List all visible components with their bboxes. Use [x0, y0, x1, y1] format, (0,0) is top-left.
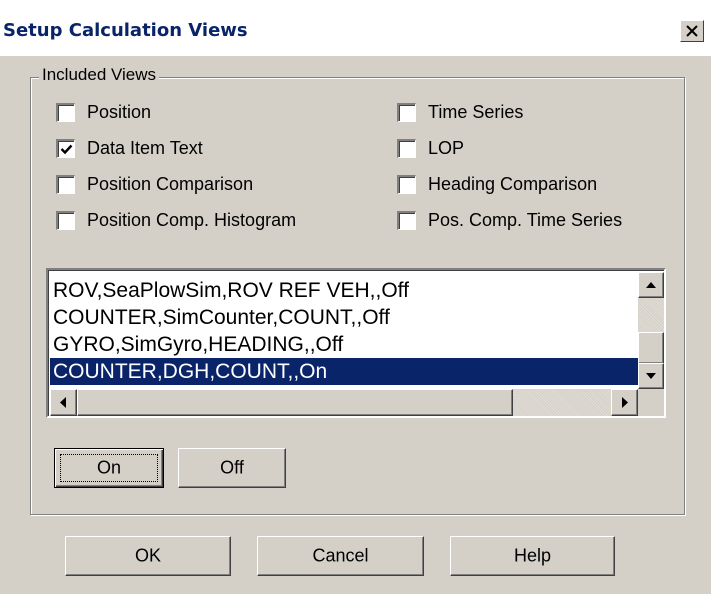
arrow-down-icon	[646, 373, 656, 379]
off-button[interactable]: Off	[178, 448, 286, 488]
scrollbar-corner	[638, 389, 664, 416]
checkbox-label: Heading Comparison	[428, 174, 598, 194]
checkbox-lop[interactable]: LOP	[397, 138, 667, 163]
on-button-label: On	[96, 457, 121, 478]
checkmark-icon	[60, 144, 73, 155]
checkbox-box[interactable]	[56, 211, 75, 230]
horizontal-scrollbar[interactable]	[50, 389, 638, 416]
checkbox-box[interactable]	[397, 139, 416, 158]
list-item[interactable]: GYRO,SimGyro,HEADING,,Off	[50, 331, 638, 358]
checkbox-position-comp-histogram[interactable]: Position Comp. Histogram	[56, 210, 356, 235]
scroll-left-button[interactable]	[50, 389, 77, 416]
checkbox-pos-comp-time-series[interactable]: Pos. Comp. Time Series	[397, 210, 682, 235]
checkbox-label: Position Comparison	[87, 174, 254, 194]
window-title: Setup Calculation Views	[3, 20, 248, 41]
checkbox-position[interactable]: Position	[56, 102, 316, 127]
arrow-left-icon	[60, 397, 66, 408]
title-bar[interactable]: Setup Calculation Views	[0, 0, 711, 58]
scroll-right-button[interactable]	[611, 389, 638, 416]
checkbox-label: Data Item Text	[87, 138, 203, 158]
checkbox-label: Position	[87, 102, 152, 122]
data-items-list: ROV,SeaPlowSim,ROV REF VEH,,Off COUNTER,…	[50, 277, 638, 385]
data-items-listbox[interactable]: ROV,SeaPlowSim,ROV REF VEH,,Off COUNTER,…	[46, 268, 666, 418]
checkbox-heading-comparison[interactable]: Heading Comparison	[397, 174, 667, 199]
included-views-label: Included Views	[39, 65, 160, 85]
scroll-down-button[interactable]	[638, 363, 664, 389]
checkbox-label: Time Series	[428, 102, 524, 122]
vertical-scroll-thumb[interactable]	[638, 332, 664, 364]
ok-button[interactable]: OK	[65, 536, 231, 576]
checkbox-label: LOP	[428, 138, 465, 158]
checkbox-data-item-text[interactable]: Data Item Text	[56, 138, 316, 163]
off-button-label: Off	[220, 457, 244, 478]
list-item[interactable]: COUNTER,SimCounter,COUNT,,Off	[50, 304, 638, 331]
arrow-up-icon	[646, 282, 656, 288]
checkbox-box[interactable]	[397, 103, 416, 122]
help-button[interactable]: Help	[450, 536, 615, 576]
scroll-up-button[interactable]	[638, 272, 664, 298]
checkbox-time-series[interactable]: Time Series	[397, 102, 667, 127]
list-item-selected[interactable]: COUNTER,DGH,COUNT,,On	[50, 358, 638, 385]
included-views-group: Included Views Position Time Series Data…	[30, 65, 685, 515]
list-item[interactable]: ROV,SeaPlowSim,ROV REF VEH,,Off	[50, 277, 638, 304]
cancel-button[interactable]: Cancel	[257, 536, 424, 576]
checkbox-label: Position Comp. Histogram	[87, 210, 297, 230]
arrow-right-icon	[622, 397, 628, 408]
checkbox-box[interactable]	[56, 175, 75, 194]
cancel-button-label: Cancel	[312, 545, 369, 566]
checkbox-box[interactable]	[397, 211, 416, 230]
horizontal-scroll-thumb[interactable]	[77, 389, 513, 416]
on-button[interactable]: On	[54, 448, 164, 488]
checkbox-box[interactable]	[56, 139, 75, 158]
close-button[interactable]	[680, 20, 704, 42]
checkbox-box[interactable]	[397, 175, 416, 194]
checkbox-box[interactable]	[56, 103, 75, 122]
setup-calculation-views-dialog: Setup Calculation Views Included Views P…	[0, 0, 711, 594]
ok-button-label: OK	[134, 545, 161, 566]
checkbox-label: Pos. Comp. Time Series	[428, 210, 623, 230]
close-icon	[686, 25, 698, 37]
vertical-scrollbar[interactable]	[638, 272, 664, 389]
dialog-client-area: Included Views Position Time Series Data…	[0, 56, 711, 594]
checkbox-position-comparison[interactable]: Position Comparison	[56, 174, 316, 199]
help-button-label: Help	[513, 545, 552, 566]
